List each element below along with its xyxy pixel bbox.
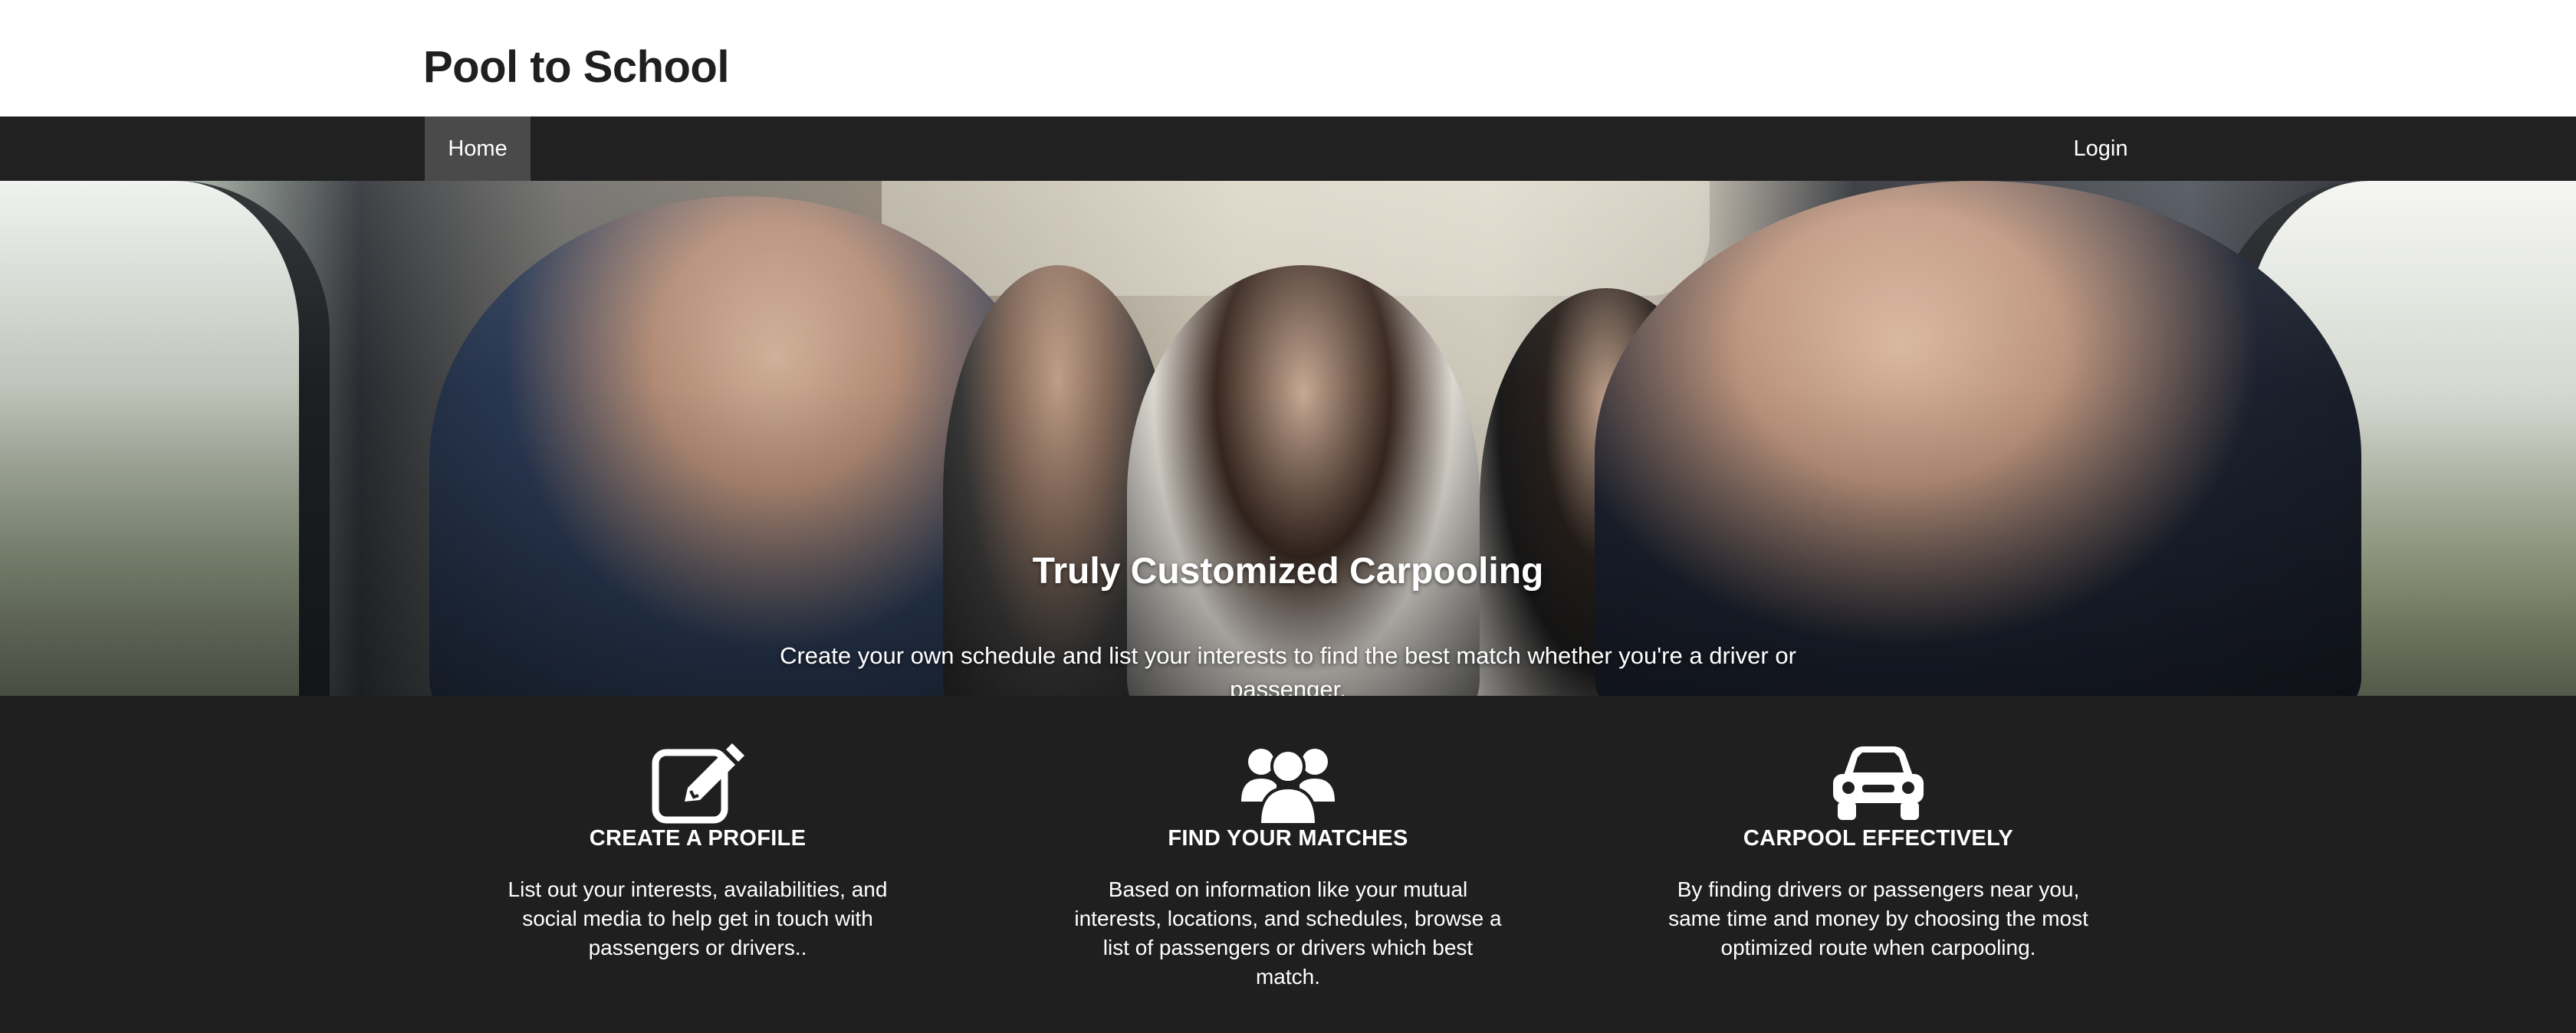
users-icon (1241, 749, 1335, 826)
feature-title: CARPOOL EFFECTIVELY (1743, 826, 2014, 851)
site-brand[interactable]: Pool to School (423, 40, 729, 95)
feature-title: FIND YOUR MATCHES (1168, 826, 1408, 851)
features-section: CREATE A PROFILE List out your interests… (0, 696, 2576, 1033)
hero-subtitle: Create your own schedule and list your i… (780, 642, 1796, 696)
site-header: Pool to School (0, 0, 2576, 116)
hero-photo-overlay (0, 181, 2576, 696)
hero-banner: Truly Customized Carpooling Create your … (0, 181, 2576, 696)
feature-description: Based on information like your mutual in… (1074, 877, 1502, 989)
edit-icon (652, 743, 744, 824)
feature-description: By finding drivers or passengers near yo… (1668, 877, 2088, 959)
nav-home-link[interactable]: Home (425, 116, 531, 181)
feature-description: List out your interests, availabilities,… (508, 877, 888, 959)
car-icon (1833, 746, 1924, 820)
feature-title: CREATE A PROFILE (589, 826, 807, 851)
hero-title: Truly Customized Carpooling (1032, 551, 1544, 592)
main-navbar: Home Login (0, 116, 2576, 181)
nav-login-link[interactable]: Login (2062, 116, 2139, 181)
